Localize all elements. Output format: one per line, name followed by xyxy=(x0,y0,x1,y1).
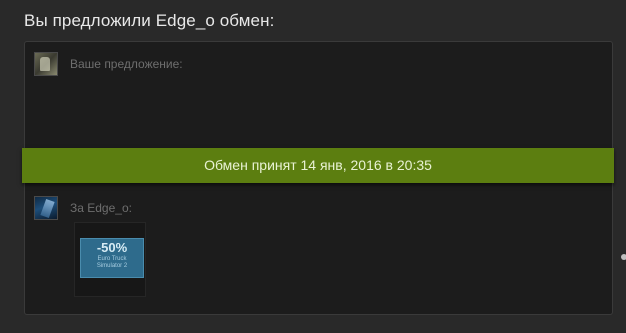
their-offer-section: За Edge_o: xyxy=(34,196,132,220)
scroll-indicator[interactable] xyxy=(621,254,626,260)
partner-avatar[interactable] xyxy=(34,196,58,220)
game-title: Euro Truck Simulator 2 xyxy=(96,256,128,269)
your-offer-section: Ваше предложение: xyxy=(34,52,183,76)
their-offer-label: За Edge_o: xyxy=(70,201,132,215)
page-title: Вы предложили Edge_o обмен: xyxy=(24,11,275,30)
trade-accepted-banner: Обмен принят 14 янв, 2016 в 20:35 xyxy=(22,148,614,183)
trade-item-slot[interactable]: -50% Euro Truck Simulator 2 xyxy=(74,222,146,297)
discount-badge: -50% xyxy=(96,240,128,255)
game-gift-card[interactable]: -50% Euro Truck Simulator 2 xyxy=(80,238,144,278)
your-offer-label: Ваше предложение: xyxy=(70,57,183,71)
my-avatar[interactable] xyxy=(34,52,58,76)
